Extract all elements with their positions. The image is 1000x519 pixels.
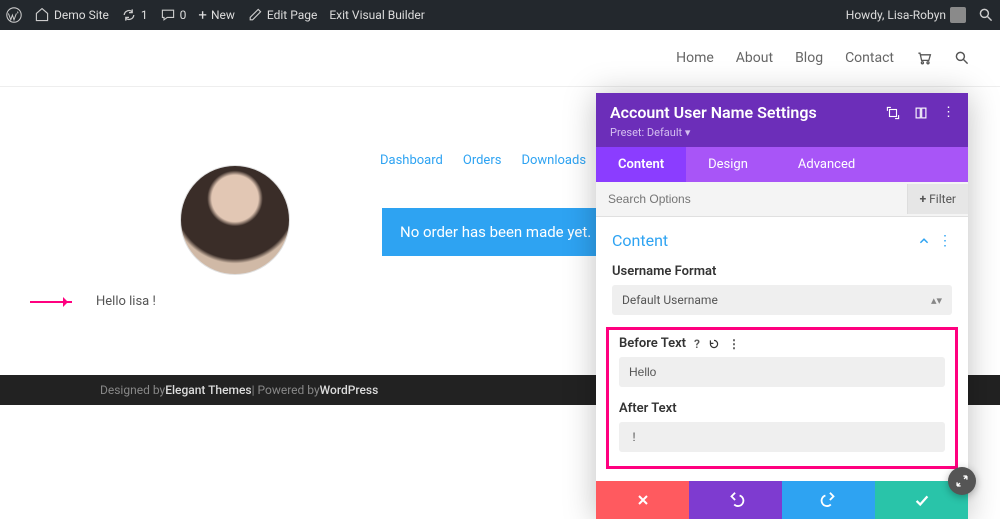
nav-contact[interactable]: Contact — [845, 50, 894, 66]
wp-logo[interactable] — [6, 7, 22, 23]
admin-search-icon[interactable] — [978, 7, 994, 23]
section-content-header[interactable]: Content ⋮ — [612, 231, 952, 250]
select-caret-icon: ▴▾ — [931, 294, 942, 307]
user-avatar — [180, 165, 290, 275]
nav-home[interactable]: Home — [676, 50, 714, 66]
comments-count: 0 — [180, 8, 187, 22]
snap-icon[interactable] — [914, 106, 928, 120]
username-format-label: Username Format — [612, 264, 952, 279]
tab-dashboard[interactable]: Dashboard — [380, 153, 443, 168]
tab-content[interactable]: Content — [596, 147, 686, 182]
panel-tabs: Content Design Advanced — [596, 147, 968, 182]
updates-link[interactable]: 1 — [121, 7, 148, 23]
plus-icon: + — [198, 8, 207, 23]
section-kebab-icon[interactable]: ⋮ — [938, 233, 952, 249]
after-text-label: After Text — [619, 401, 677, 416]
field-kebab-icon[interactable]: ⋮ — [728, 337, 740, 351]
undo-button[interactable] — [689, 481, 782, 519]
tab-orders[interactable]: Orders — [463, 153, 502, 168]
discard-button[interactable] — [596, 481, 689, 519]
footer-wp-link[interactable]: WordPress — [320, 383, 379, 397]
username-format-select[interactable]: Default Username ▴▾ — [612, 285, 952, 315]
panel-search-row: + Filter — [596, 182, 968, 217]
chevron-up-icon[interactable] — [918, 235, 930, 247]
comments-link[interactable]: 0 — [160, 7, 187, 23]
wp-admin-bar: Demo Site 1 0 + New Edit Page Exit Visua… — [0, 0, 1000, 30]
footer-et-link[interactable]: Elegant Themes — [165, 383, 251, 397]
after-text-input[interactable] — [619, 422, 945, 452]
edit-page-link[interactable]: Edit Page — [247, 7, 317, 23]
site-header: Home About Blog Contact — [0, 30, 1000, 87]
annotation-arrow — [30, 301, 72, 303]
help-icon[interactable]: ? — [694, 337, 700, 351]
settings-panel: Account User Name Settings ⋮ Preset: Def… — [596, 93, 968, 519]
reset-icon[interactable] — [708, 338, 720, 350]
new-link[interactable]: + New — [198, 8, 234, 23]
kebab-icon[interactable]: ⋮ — [942, 105, 954, 120]
preset-dropdown[interactable]: Preset: Default ▾ — [610, 126, 954, 139]
annotation-highlight: Before Text ? ⋮ After Text — [606, 327, 958, 469]
nav-blog[interactable]: Blog — [795, 50, 823, 66]
site-name-link[interactable]: Demo Site — [34, 7, 109, 23]
panel-header: Account User Name Settings ⋮ Preset: Def… — [596, 93, 968, 147]
tab-design[interactable]: Design — [686, 147, 770, 182]
exit-visual-builder-link[interactable]: Exit Visual Builder — [329, 8, 425, 22]
panel-title: Account User Name Settings — [610, 103, 886, 122]
account-tabs: Dashboard Orders Downloads Addresses — [380, 153, 616, 168]
redo-button[interactable] — [782, 481, 875, 519]
tab-downloads[interactable]: Downloads — [521, 153, 586, 168]
site-name: Demo Site — [54, 8, 109, 22]
expand-bubble-button[interactable] — [948, 467, 976, 495]
before-text-input[interactable] — [619, 357, 945, 387]
search-options-input[interactable] — [596, 182, 907, 216]
avatar-icon — [950, 7, 966, 23]
before-text-label: Before Text — [619, 336, 686, 351]
updates-count: 1 — [141, 8, 148, 22]
cart-icon[interactable] — [916, 50, 932, 66]
tab-advanced[interactable]: Advanced — [776, 147, 877, 182]
panel-actions — [596, 481, 968, 519]
search-icon[interactable] — [954, 50, 970, 66]
filter-button[interactable]: + Filter — [907, 184, 968, 214]
greeting-text: Hello lisa ! — [96, 294, 156, 309]
expand-icon[interactable] — [886, 106, 900, 120]
howdy-link[interactable]: Howdy, Lisa-Robyn — [846, 7, 966, 23]
nav-about[interactable]: About — [736, 50, 773, 66]
